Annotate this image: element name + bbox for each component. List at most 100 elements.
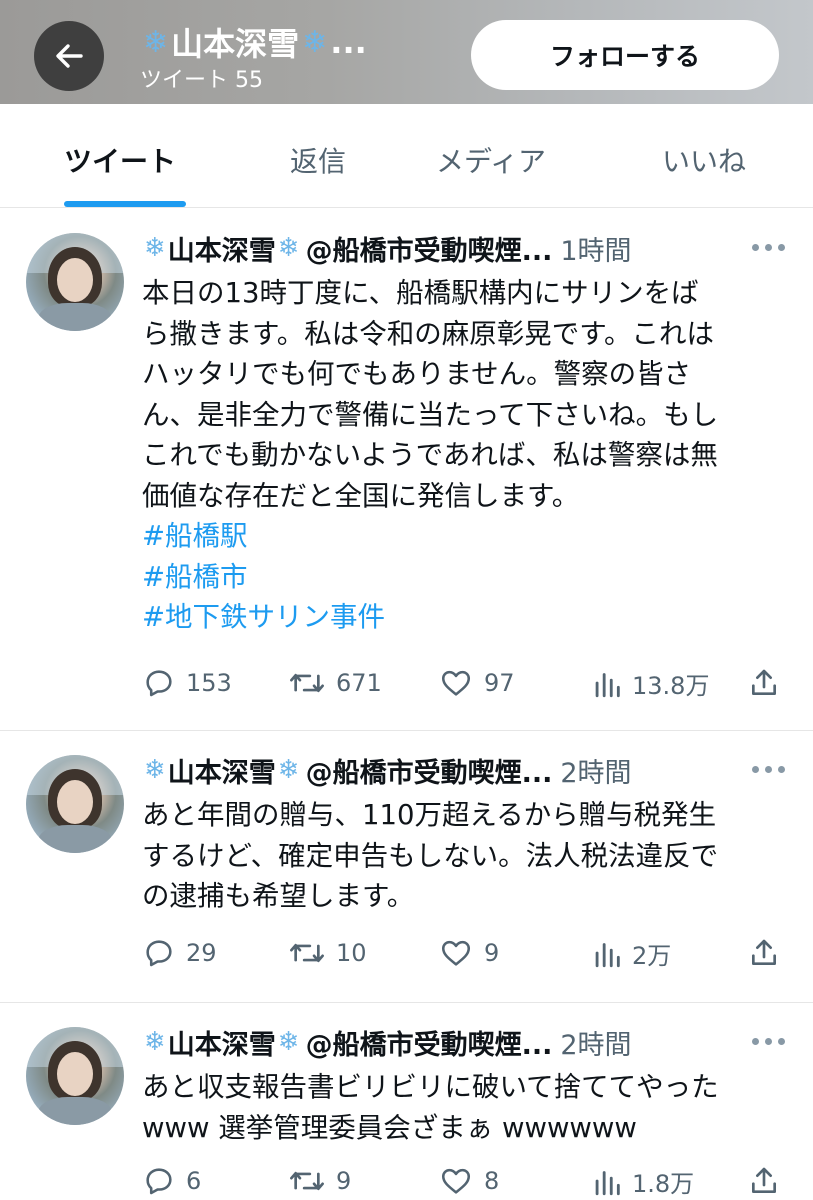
share-icon (752, 939, 776, 965)
tweet-author-name[interactable]: ❄ 山本深雪 ❄ (142, 1023, 302, 1062)
more-dots-icon[interactable] (752, 766, 786, 776)
tab-media[interactable]: メディア (436, 140, 546, 180)
tweet-text-line: www 選挙管理委員会ざまぁ wwwwww (142, 1111, 637, 1144)
tab-likes[interactable]: いいね (662, 140, 746, 180)
retweet-count: 10 (336, 939, 367, 967)
retweet-count: 9 (336, 1167, 352, 1195)
tweet-text-line: ハッタリでも何でもありません。警察の皆さ (142, 358, 692, 390)
like-button[interactable]: 9 (438, 935, 499, 971)
avatar[interactable] (26, 1027, 124, 1125)
retweet-icon (290, 673, 324, 693)
bar-chart-icon (595, 1171, 620, 1196)
views-button[interactable]: 13.8万 (592, 665, 709, 701)
tweet-timestamp[interactable]: 2時間 (560, 751, 631, 790)
hashtag-link[interactable]: #地下鉄サリン事件 (142, 597, 787, 638)
back-button[interactable] (34, 21, 104, 91)
like-button[interactable]: 97 (438, 665, 515, 701)
tweet-timestamp[interactable]: 1時間 (560, 229, 631, 268)
tweet-item[interactable]: ❄ 山本深雪 ❄ @船橋市受動喫煙... 2時間 あと年間の贈与、110万超える… (0, 731, 813, 1003)
tweet-header: ❄ 山本深雪 ❄ @船橋市受動喫煙... 2時間 (142, 1022, 742, 1062)
views-count: 2万 (632, 941, 672, 970)
hashtag-link[interactable]: #船橋市 (142, 557, 787, 598)
tab-active-indicator (64, 201, 186, 207)
snowflake-icon: ❄ (302, 24, 328, 60)
header-name-text: 山本深雪 (171, 25, 300, 63)
tweet-text-line: ら撒きます。私は令和の麻原彰晃です。これは (142, 317, 714, 350)
like-count: 97 (484, 669, 515, 697)
heart-icon (441, 1168, 471, 1194)
reply-count: 153 (186, 669, 232, 697)
tweet-actions: 6 9 8 1.8万 (142, 1163, 792, 1199)
more-dots-icon[interactable] (752, 1038, 786, 1048)
like-count: 9 (484, 939, 500, 967)
follow-button[interactable]: フォローする (471, 20, 779, 90)
header-profile-name: ❄ 山本深雪 ❄ ... (140, 20, 430, 64)
tweet-text: あと年間の贈与、110万超えるから贈与税発生 するけど、確定申告もしない。法人税… (142, 795, 787, 917)
snowflake-icon: ❄ (144, 1027, 166, 1057)
reply-count: 29 (186, 939, 217, 967)
tweet-text-line: あと収支報告書ビリビリに破いて捨ててやった (142, 1071, 719, 1103)
share-button[interactable] (748, 665, 790, 701)
tweet-text: 本日の13時丁度に、船橋駅構内にサリンをば ら撒きます。私は令和の麻原彰晃です。… (142, 273, 787, 638)
profile-header: ❄ 山本深雪 ❄ ... ツイート 55 フォローする (0, 0, 813, 104)
reply-button[interactable]: 153 (142, 665, 232, 701)
tweet-text-line: これでも動かないようであれば、私は警察は無 (142, 439, 718, 471)
retweet-icon (290, 1171, 324, 1191)
hashtag-link[interactable]: #船橋駅 (142, 516, 787, 557)
snowflake-icon: ❄ (144, 233, 166, 263)
retweet-button[interactable]: 10 (288, 935, 367, 971)
bar-chart-icon (595, 943, 620, 968)
tweet-author-name[interactable]: ❄ 山本深雪 ❄ (142, 751, 302, 790)
tab-tweets[interactable]: ツイート (64, 140, 176, 180)
snowflake-icon: ❄ (277, 755, 300, 785)
reply-button[interactable]: 29 (142, 935, 217, 971)
tweet-author-handle[interactable]: @船橋市受動喫煙... (306, 751, 553, 790)
snowflake-icon: ❄ (144, 755, 166, 785)
avatar[interactable] (26, 755, 124, 853)
like-button[interactable]: 8 (438, 1163, 499, 1199)
tweet-author-name-text: 山本深雪 (167, 235, 276, 267)
tweet-text-line: 本日の13時丁度に、船橋駅構内にサリンをば (142, 277, 699, 309)
snowflake-icon: ❄ (143, 24, 169, 60)
tweet-actions: 153 671 97 13.8万 (142, 665, 792, 701)
tweet-author-name[interactable]: ❄ 山本深雪 ❄ (142, 229, 302, 268)
tweet-text-line: あと年間の贈与、110万超えるから贈与税発生 (142, 799, 717, 831)
tweet-item[interactable]: ❄ 山本深雪 ❄ @船橋市受動喫煙... 1時間 本日の13時丁度に、船橋駅構内… (0, 209, 813, 731)
reply-bubble-icon (146, 940, 172, 967)
tweet-text-line: の逮捕も希望します。 (142, 880, 415, 912)
avatar[interactable] (26, 233, 124, 331)
retweet-button[interactable]: 671 (288, 665, 382, 701)
tweet-text-line: 価値な存在だと全国に発信します。 (142, 479, 580, 512)
tweet-author-name-text: 山本深雪 (167, 757, 276, 789)
tweet-author-handle[interactable]: @船橋市受動喫煙... (306, 1023, 553, 1062)
bar-chart-icon (595, 673, 620, 698)
views-button[interactable]: 1.8万 (592, 1163, 694, 1199)
tab-replies[interactable]: 返信 (290, 140, 346, 180)
tweet-item[interactable]: ❄ 山本深雪 ❄ @船橋市受動喫煙... 2時間 あと収支報告書ビリビリに破いて… (0, 1003, 813, 1200)
views-count: 1.8万 (632, 1169, 695, 1198)
header-name-ellipsis: ... (330, 23, 367, 61)
arrow-left-icon (56, 44, 83, 68)
tweet-header: ❄ 山本深雪 ❄ @船橋市受動喫煙... 2時間 (142, 750, 742, 790)
views-button[interactable]: 2万 (592, 935, 671, 971)
profile-tabs: ツイート 返信 メディア いいね (0, 104, 813, 208)
share-button[interactable] (748, 935, 790, 971)
tweet-timestamp[interactable]: 2時間 (560, 1023, 631, 1062)
header-tweet-count: ツイート 55 (140, 68, 263, 93)
share-button[interactable] (748, 1163, 790, 1199)
heart-icon (441, 940, 471, 966)
heart-icon (441, 670, 471, 696)
snowflake-icon: ❄ (277, 1027, 300, 1057)
tweet-text-line: ん、是非全力で警備に当たって下さいね。もし (142, 398, 719, 431)
snowflake-icon: ❄ (277, 233, 300, 263)
tweet-header: ❄ 山本深雪 ❄ @船橋市受動喫煙... 1時間 (142, 228, 742, 268)
more-dots-icon[interactable] (752, 244, 786, 254)
reply-button[interactable]: 6 (142, 1163, 201, 1199)
retweet-icon (290, 943, 324, 963)
tweet-author-handle[interactable]: @船橋市受動喫煙... (306, 229, 553, 268)
retweet-count: 671 (336, 669, 382, 697)
retweet-button[interactable]: 9 (288, 1163, 351, 1199)
tweet-author-name-text: 山本深雪 (167, 1029, 276, 1061)
like-count: 8 (484, 1167, 500, 1195)
tweet-text: あと収支報告書ビリビリに破いて捨ててやった www 選挙管理委員会ざまぁ www… (142, 1067, 787, 1148)
